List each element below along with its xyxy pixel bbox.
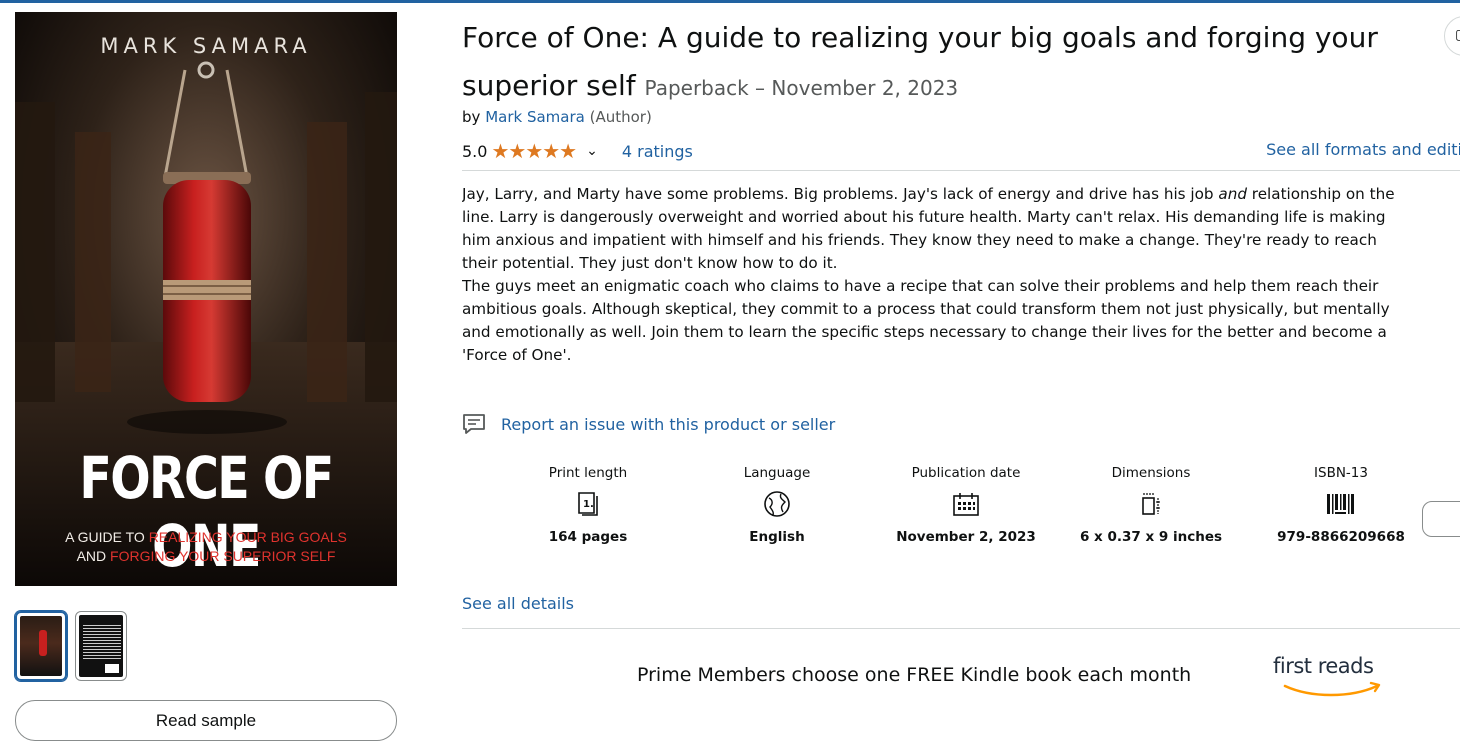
description-text: Jay, Larry, and Marty have some problems… — [462, 185, 1219, 203]
see-all-formats-link[interactable]: See all formats and editi — [1266, 140, 1460, 159]
description-line: and emotionally as well. Join them to le… — [462, 323, 1387, 341]
description-line: their potential. They just don't know ho… — [462, 254, 838, 272]
detail-value: 979-8866209668 — [1277, 529, 1405, 545]
product-title-line2: superior self — [462, 69, 636, 102]
rating-row: 5.0 ★★★★★ ⌄ 4 ratings See all formats an… — [462, 138, 1460, 164]
divider — [462, 628, 1460, 629]
amazon-smile-arrow-icon — [1283, 681, 1381, 697]
thumbnail-back-cover[interactable] — [75, 611, 127, 681]
description-line: The guys meet an enigmatic coach who cla… — [462, 277, 1379, 295]
description-emphasis: and — [1218, 185, 1247, 203]
image-thumbnails — [15, 611, 127, 681]
description-line: line. Larry is dangerously overweight an… — [462, 208, 1386, 226]
book-cover-image[interactable]: MARK SAMARA FORCE OF ONE A GUIDE TO REAL… — [15, 12, 397, 586]
detail-dimensions: Dimensions 6 x 0.37 x 9 inches — [1071, 462, 1231, 550]
detail-label: ISBN-13 — [1314, 465, 1368, 481]
star-rating-icon[interactable]: ★★★★★ — [491, 139, 577, 163]
description-line: Jay, Larry, and Marty have some problems… — [462, 183, 1460, 206]
top-border — [0, 0, 1460, 3]
detail-label: Dimensions — [1111, 465, 1191, 481]
carousel-next-button[interactable] — [1422, 501, 1460, 537]
svg-text:1.: 1. — [583, 499, 594, 510]
divider — [462, 170, 1460, 171]
detail-language: Language English — [707, 462, 847, 550]
description-line: ambitious goals. Although skeptical, the… — [462, 300, 1390, 318]
first-reads-logo[interactable]: first reads — [1273, 654, 1393, 704]
product-details-carousel: Print length 1. 164 pages Language Engli… — [462, 462, 1460, 580]
feedback-icon — [463, 414, 485, 434]
barcode-icon — [1327, 494, 1354, 514]
detail-isbn-13: ISBN-13 979-8866209668 — [1261, 462, 1421, 550]
author-link[interactable]: Mark Samara — [485, 108, 585, 126]
detail-value: 164 pages — [548, 529, 628, 545]
share-icon: ▢ — [1455, 27, 1460, 43]
book-description: Jay, Larry, and Marty have some problems… — [462, 183, 1460, 367]
cover-subtitle-text: AND — [76, 548, 111, 564]
cover-subtitle: A GUIDE TO REALIZING YOUR BIG GOALS AND … — [15, 528, 397, 566]
byline: by Mark Samara (Author) — [462, 108, 652, 126]
cover-subtitle-highlight: REALIZING YOUR BIG GOALS — [148, 529, 347, 545]
author-role: (Author) — [589, 108, 652, 126]
description-line: him anxious and impatient with himself a… — [462, 231, 1377, 249]
cover-subtitle-highlight: FORGING YOUR SUPERIOR SELF — [110, 548, 336, 564]
product-title-line1: Force of One: A guide to realizing your … — [462, 21, 1378, 54]
thumbnail-front-cover[interactable] — [15, 611, 67, 681]
cover-subtitle-text: A GUIDE TO — [65, 529, 149, 545]
detail-label: Print length — [548, 465, 628, 481]
cover-author: MARK SAMARA — [100, 34, 312, 58]
detail-value: 6 x 0.37 x 9 inches — [1079, 529, 1223, 545]
share-button[interactable]: ▢ — [1444, 16, 1460, 56]
ratings-count-link[interactable]: 4 ratings — [622, 142, 693, 161]
product-title: Force of One: A guide to realizing your … — [462, 14, 1442, 112]
chevron-down-icon[interactable]: ⌄ — [586, 143, 598, 159]
detail-label: Language — [743, 465, 811, 481]
globe-icon — [764, 491, 790, 517]
prime-promo-text[interactable]: Prime Members choose one FREE Kindle boo… — [637, 664, 1191, 686]
description-text: relationship on the — [1246, 185, 1395, 203]
detail-label: Publication date — [911, 465, 1021, 481]
detail-value: English — [749, 529, 805, 545]
see-all-details-link[interactable]: See all details — [462, 594, 574, 613]
book-pages-icon: 1. — [578, 492, 598, 516]
read-sample-button[interactable]: Read sample — [15, 700, 397, 741]
detail-value: November 2, 2023 — [896, 529, 1036, 545]
format-and-date: Paperback – November 2, 2023 — [644, 76, 959, 100]
detail-print-length: Print length 1. 164 pages — [518, 462, 658, 550]
rating-value: 5.0 — [462, 141, 488, 161]
report-issue-link[interactable]: Report an issue with this product or sel… — [462, 414, 835, 434]
detail-publication-date: Publication date November 2, 2023 — [886, 462, 1046, 550]
byline-prefix: by — [462, 108, 481, 126]
report-issue-label[interactable]: Report an issue with this product or sel… — [501, 415, 835, 434]
first-reads-logo-text: first reads — [1273, 654, 1374, 678]
dimensions-icon — [1142, 493, 1160, 515]
description-line: 'Force of One'. — [462, 346, 572, 364]
calendar-icon — [953, 493, 979, 516]
